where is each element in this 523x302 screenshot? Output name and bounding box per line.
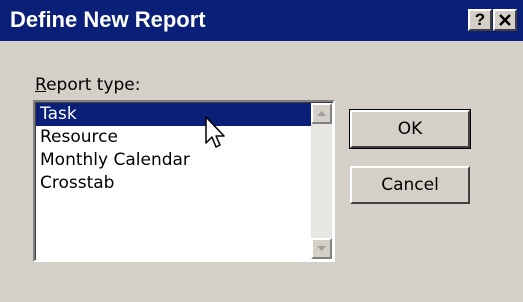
- list-item-task[interactable]: Task: [36, 103, 312, 126]
- scroll-down-button[interactable]: [311, 238, 332, 259]
- ok-button[interactable]: OK: [349, 109, 471, 149]
- list-item-crosstab[interactable]: Crosstab: [36, 172, 312, 195]
- close-icon: [499, 14, 511, 26]
- help-icon: ?: [474, 10, 486, 29]
- title-bar[interactable]: Define New Report ?: [0, 0, 523, 41]
- help-button[interactable]: ?: [468, 9, 492, 31]
- report-type-label: Report type:: [35, 75, 141, 95]
- report-type-list: Task Resource Monthly Calendar Crosstab: [36, 103, 312, 195]
- list-item-resource[interactable]: Resource: [36, 126, 312, 149]
- mouse-pointer-icon: [205, 116, 225, 148]
- list-item-monthly-calendar[interactable]: Monthly Calendar: [36, 149, 312, 172]
- define-new-report-dialog: Define New Report ? Report type: Task Re…: [0, 0, 523, 302]
- vertical-scrollbar[interactable]: [311, 103, 332, 259]
- window-title: Define New Report: [10, 7, 206, 32]
- scroll-up-button[interactable]: [311, 103, 332, 124]
- arrow-down-icon: [317, 246, 326, 251]
- close-button[interactable]: [493, 9, 517, 31]
- report-type-listbox[interactable]: Task Resource Monthly Calendar Crosstab: [33, 100, 335, 262]
- cancel-button[interactable]: Cancel: [350, 166, 470, 204]
- arrow-up-icon: [317, 111, 326, 116]
